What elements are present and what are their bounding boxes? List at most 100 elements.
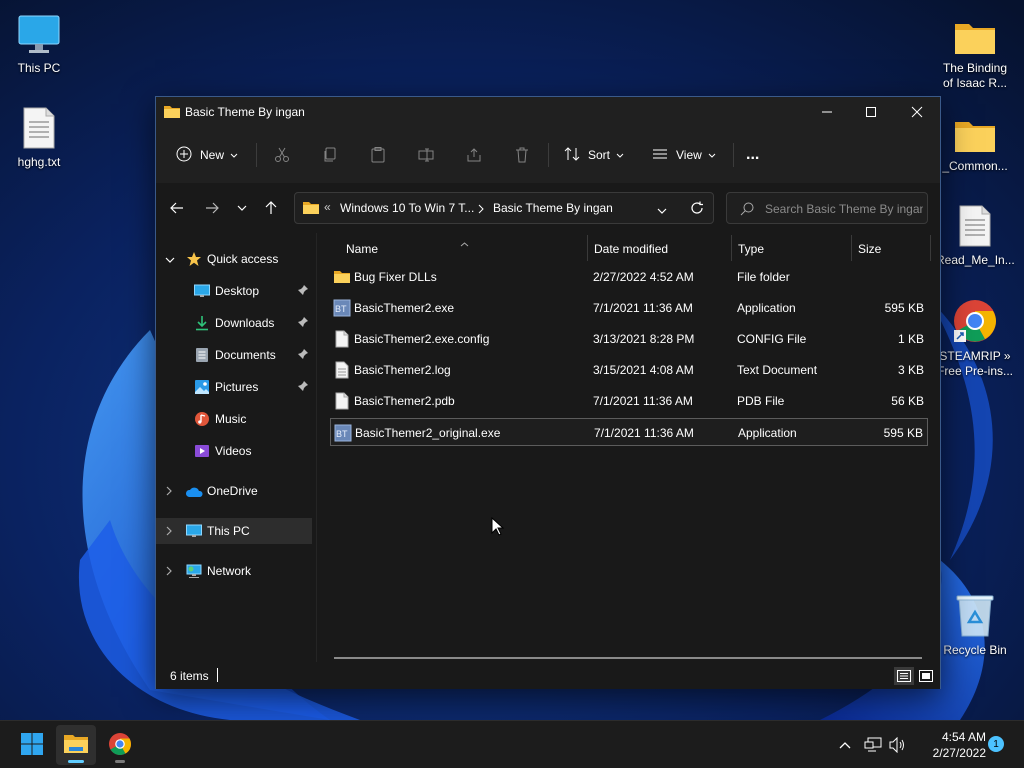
column-divider[interactable] (731, 235, 732, 261)
copy-icon[interactable] (319, 144, 341, 166)
running-indicator (68, 760, 84, 763)
mouse-cursor-icon (491, 517, 505, 536)
column-divider[interactable] (851, 235, 852, 261)
minimize-button[interactable] (804, 97, 850, 127)
large-icons-view-button[interactable] (916, 667, 936, 685)
file-name: Bug Fixer DLLs (354, 270, 437, 284)
horizontal-scrollbar[interactable] (334, 657, 922, 659)
chevron-right-icon[interactable] (165, 485, 173, 499)
chevron-down-icon[interactable] (657, 204, 667, 218)
desktop-icon-label: hghg.txt (17, 155, 61, 169)
share-icon[interactable] (463, 144, 485, 166)
start-button[interactable] (12, 725, 52, 765)
taskbar-chrome[interactable] (100, 725, 140, 765)
breadcrumb-item[interactable]: Basic Theme By ingan (493, 201, 613, 215)
text-file-icon (0, 104, 78, 150)
search-box[interactable] (726, 192, 928, 224)
file-row[interactable]: BasicThemer2.pdb 7/1/2021 11:36 AM PDB F… (330, 387, 928, 415)
sidebar-item-network[interactable]: Network (156, 558, 312, 584)
taskbar-file-explorer[interactable] (56, 725, 96, 765)
column-header-size[interactable]: Size (858, 233, 928, 265)
chevron-down-icon[interactable] (165, 253, 175, 267)
file-size: 1 KB (897, 332, 924, 346)
sidebar-item-onedrive[interactable]: OneDrive (156, 478, 312, 504)
file-name: BasicThemer2.pdb (354, 394, 455, 408)
desktop-icon-this-pc[interactable]: This PC (0, 10, 78, 76)
desktop-icon-recycle-bin[interactable]: Recycle Bin (936, 592, 1014, 658)
folder-icon (936, 10, 1014, 56)
cloud-icon (185, 483, 203, 501)
file-type: CONFIG File (737, 332, 807, 346)
file-row[interactable]: BT BasicThemer2_original.exe 7/1/2021 11… (330, 418, 928, 446)
sidebar-item-documents[interactable]: Documents (156, 342, 312, 368)
more-options-button[interactable]: ... (746, 139, 759, 171)
app-icon-text: BT (336, 429, 348, 439)
refresh-icon[interactable] (690, 201, 704, 218)
file-row[interactable]: BT BasicThemer2.exe 7/1/2021 11:36 AM Ap… (330, 294, 928, 322)
column-divider[interactable] (930, 235, 931, 261)
network-status-icon[interactable] (862, 735, 884, 755)
desktop-icon (193, 282, 211, 300)
new-button[interactable]: New (176, 139, 238, 171)
sidebar-item-videos[interactable]: Videos (156, 438, 312, 464)
desktop-icon-binding-of-isaac[interactable]: The Binding of Isaac R... (936, 10, 1014, 91)
system-clock[interactable]: 4:54 AM 2/27/2022 (912, 729, 986, 761)
file-name: BasicThemer2.exe (354, 301, 455, 315)
view-button[interactable]: View (652, 139, 716, 171)
more-label: ... (746, 146, 760, 163)
volume-icon[interactable] (887, 735, 909, 755)
cut-icon[interactable] (271, 144, 293, 166)
chrome-shortcut-icon (936, 298, 1014, 344)
document-icon (193, 346, 211, 364)
network-icon (185, 562, 203, 580)
chevron-right-icon[interactable] (165, 525, 173, 539)
sidebar-item-quick-access[interactable]: Quick access (156, 246, 312, 272)
desktop-icon-label: This PC (17, 61, 61, 75)
sort-icon (564, 146, 580, 165)
show-hidden-icons-button[interactable] (834, 735, 856, 755)
column-header-label: Name (346, 242, 379, 256)
sort-button[interactable]: Sort (564, 139, 624, 171)
column-divider[interactable] (587, 235, 588, 261)
sidebar-item-label: Videos (215, 444, 252, 458)
recent-locations-button[interactable] (229, 196, 255, 220)
sidebar-item-downloads[interactable]: Downloads (156, 310, 312, 336)
sidebar-item-desktop[interactable]: Desktop (156, 278, 312, 304)
breadcrumb-overflow[interactable]: « (324, 200, 331, 214)
delete-icon[interactable] (511, 144, 533, 166)
search-input[interactable] (765, 200, 923, 218)
maximize-button[interactable] (848, 97, 894, 127)
desktop-icon-hghg-txt[interactable]: hghg.txt (0, 104, 78, 170)
clock-date: 2/27/2022 (932, 746, 986, 760)
sidebar-item-pictures[interactable]: Pictures (156, 374, 312, 400)
back-button[interactable] (164, 196, 190, 220)
sidebar-item-music[interactable]: Music (156, 406, 312, 432)
column-header-type[interactable]: Type (738, 233, 848, 265)
details-view-button[interactable] (894, 667, 914, 685)
column-header-name[interactable]: Name (346, 233, 586, 265)
file-row[interactable]: BasicThemer2.exe.config 3/13/2021 8:28 P… (330, 325, 928, 353)
desktop-icon-read-me[interactable]: Read_Me_In... (936, 202, 1015, 268)
desktop-icon-label: The Binding of Isaac R... (942, 61, 1008, 90)
desktop-icon-common[interactable]: _Common... (936, 108, 1014, 174)
sidebar-item-this-pc[interactable]: This PC (156, 518, 312, 544)
column-header-date[interactable]: Date modified (594, 233, 734, 265)
chevron-right-icon[interactable] (165, 565, 173, 579)
close-button[interactable] (894, 97, 940, 127)
desktop-icon-steamrip[interactable]: STEAMRIP » Free Pre-ins... (936, 298, 1014, 379)
file-row[interactable]: Bug Fixer DLLs 2/27/2022 4:52 AM File fo… (330, 263, 928, 291)
forward-button[interactable] (199, 196, 225, 220)
rename-icon[interactable] (415, 144, 437, 166)
paste-icon[interactable] (367, 144, 389, 166)
title-bar[interactable]: Basic Theme By ingan (156, 97, 940, 127)
file-row[interactable]: BasicThemer2.log 3/15/2021 4:08 AM Text … (330, 356, 928, 384)
up-button[interactable] (258, 196, 284, 220)
notification-badge[interactable]: 1 (988, 736, 1004, 752)
music-icon (193, 410, 211, 428)
app-icon-text: BT (335, 304, 347, 314)
breadcrumb-item[interactable]: Windows 10 To Win 7 T... (340, 201, 474, 215)
file-icon (333, 330, 351, 348)
address-bar[interactable]: « Windows 10 To Win 7 T... Basic Theme B… (294, 192, 714, 224)
file-size: 56 KB (891, 394, 924, 408)
chevron-down-icon (230, 148, 238, 162)
